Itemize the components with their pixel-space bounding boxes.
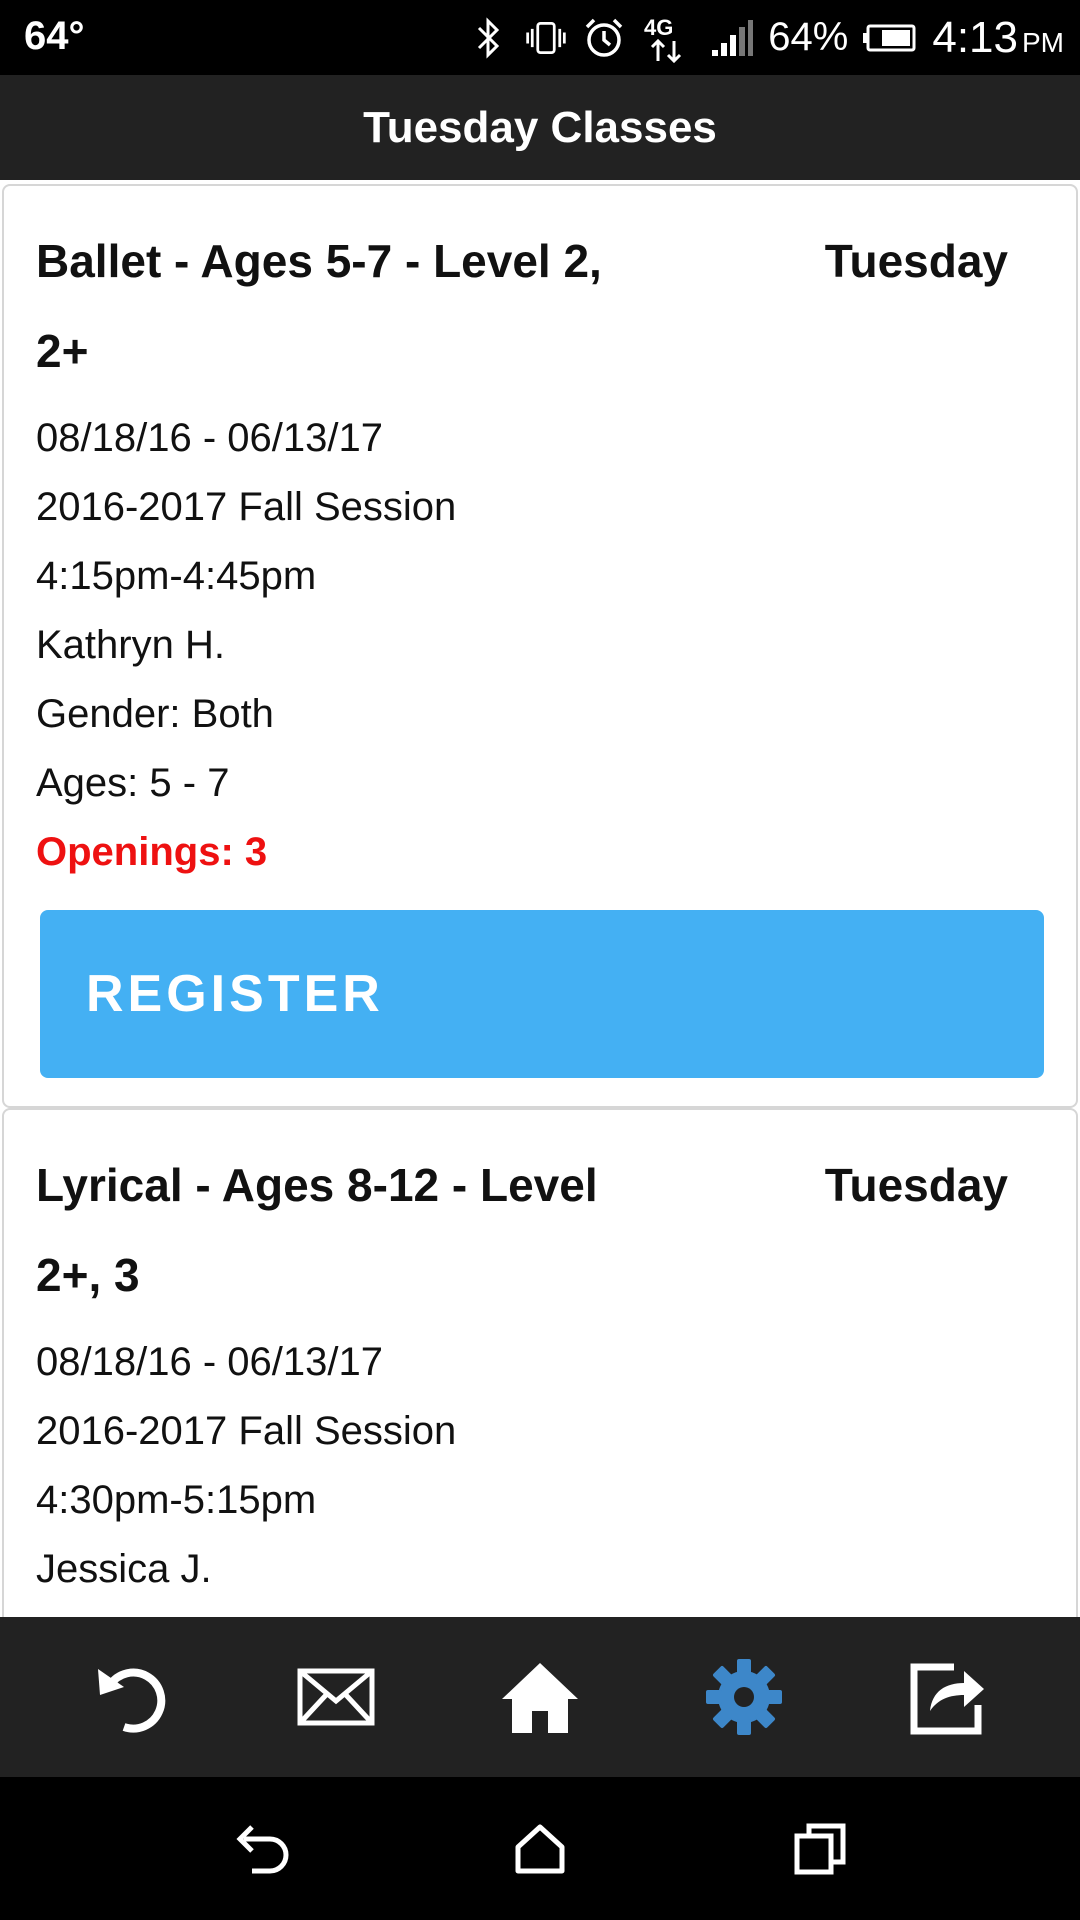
recents-icon [794, 1823, 846, 1874]
class-instructor: Kathryn H. [36, 623, 225, 667]
status-bar: 64° 4G 64% 4:13 PM [0, 0, 1080, 75]
home-icon [502, 1663, 578, 1733]
class-time: 4:15pm-4:45pm [36, 554, 317, 598]
refresh-button[interactable] [82, 1647, 182, 1747]
mail-icon [297, 1668, 375, 1726]
settings-icon [706, 1659, 782, 1735]
class-title: Ballet - Ages 5-7 - Level 2, 2+ [36, 235, 602, 377]
class-card: Lyrical - Ages 8-12 - Level 2+, 3 Tuesda… [2, 1108, 1078, 1617]
class-dates: 08/18/16 - 06/13/17 [36, 416, 383, 460]
time-label: 4:13 [932, 12, 1018, 62]
register-button[interactable]: REGISTER [40, 910, 1044, 1078]
back-icon [236, 1824, 289, 1873]
class-gender: Gender: Both [36, 692, 274, 736]
battery-percent: 64% [768, 15, 849, 59]
class-session: 2016-2017 Fall Session [36, 485, 457, 529]
nav-recents-button[interactable] [775, 1804, 865, 1894]
class-time: 4:30pm-5:15pm [36, 1478, 317, 1522]
app-header: Tuesday Classes [0, 75, 1080, 180]
class-ages: Ages: 5 - 7 [36, 761, 230, 805]
settings-button[interactable] [694, 1647, 794, 1747]
nav-back-button[interactable] [215, 1804, 305, 1894]
class-dates: 08/18/16 - 06/13/17 [36, 1340, 383, 1384]
bottom-toolbar [0, 1617, 1080, 1777]
temperature-label: 64° [24, 14, 85, 58]
class-details: 08/18/16 - 06/13/17 2016-2017 Fall Sessi… [36, 1328, 456, 1604]
signal-icon [710, 16, 754, 60]
class-day: Tuesday [824, 1159, 1008, 1211]
home-icon [515, 1824, 565, 1873]
status-icons: 4G 64% 4:13 PM [466, 0, 1064, 75]
class-openings: Openings: 3 [36, 830, 268, 874]
battery-icon [862, 16, 918, 60]
system-nav-bar [0, 1777, 1080, 1920]
home-button[interactable] [490, 1647, 590, 1747]
class-list[interactable]: Ballet - Ages 5-7 - Level 2, 2+ Tuesday … [0, 180, 1080, 1617]
mail-button[interactable] [286, 1647, 386, 1747]
class-instructor: Jessica J. [36, 1547, 212, 1591]
page-title: Tuesday Classes [363, 102, 717, 152]
class-card: Ballet - Ages 5-7 - Level 2, 2+ Tuesday … [2, 184, 1078, 1108]
bluetooth-icon [466, 16, 510, 60]
svg-text:4G: 4G [644, 15, 673, 40]
ampm-label: PM [1022, 26, 1064, 58]
share-button[interactable] [898, 1647, 998, 1747]
class-day: Tuesday [824, 235, 1008, 287]
clock: 4:13 PM [932, 13, 1064, 63]
class-title: Lyrical - Ages 8-12 - Level 2+, 3 [36, 1159, 598, 1301]
alarm-icon [582, 16, 626, 60]
screen: 64° 4G 64% 4:13 PM Tuesday Classes Balle… [0, 0, 1080, 1920]
share-icon [910, 1663, 984, 1735]
vibrate-icon [524, 16, 568, 60]
4g-lte-icon: 4G [640, 15, 696, 63]
nav-home-button[interactable] [495, 1804, 585, 1894]
class-details: 08/18/16 - 06/13/17 2016-2017 Fall Sessi… [36, 404, 456, 887]
refresh-icon [98, 1668, 166, 1733]
class-session: 2016-2017 Fall Session [36, 1409, 457, 1453]
